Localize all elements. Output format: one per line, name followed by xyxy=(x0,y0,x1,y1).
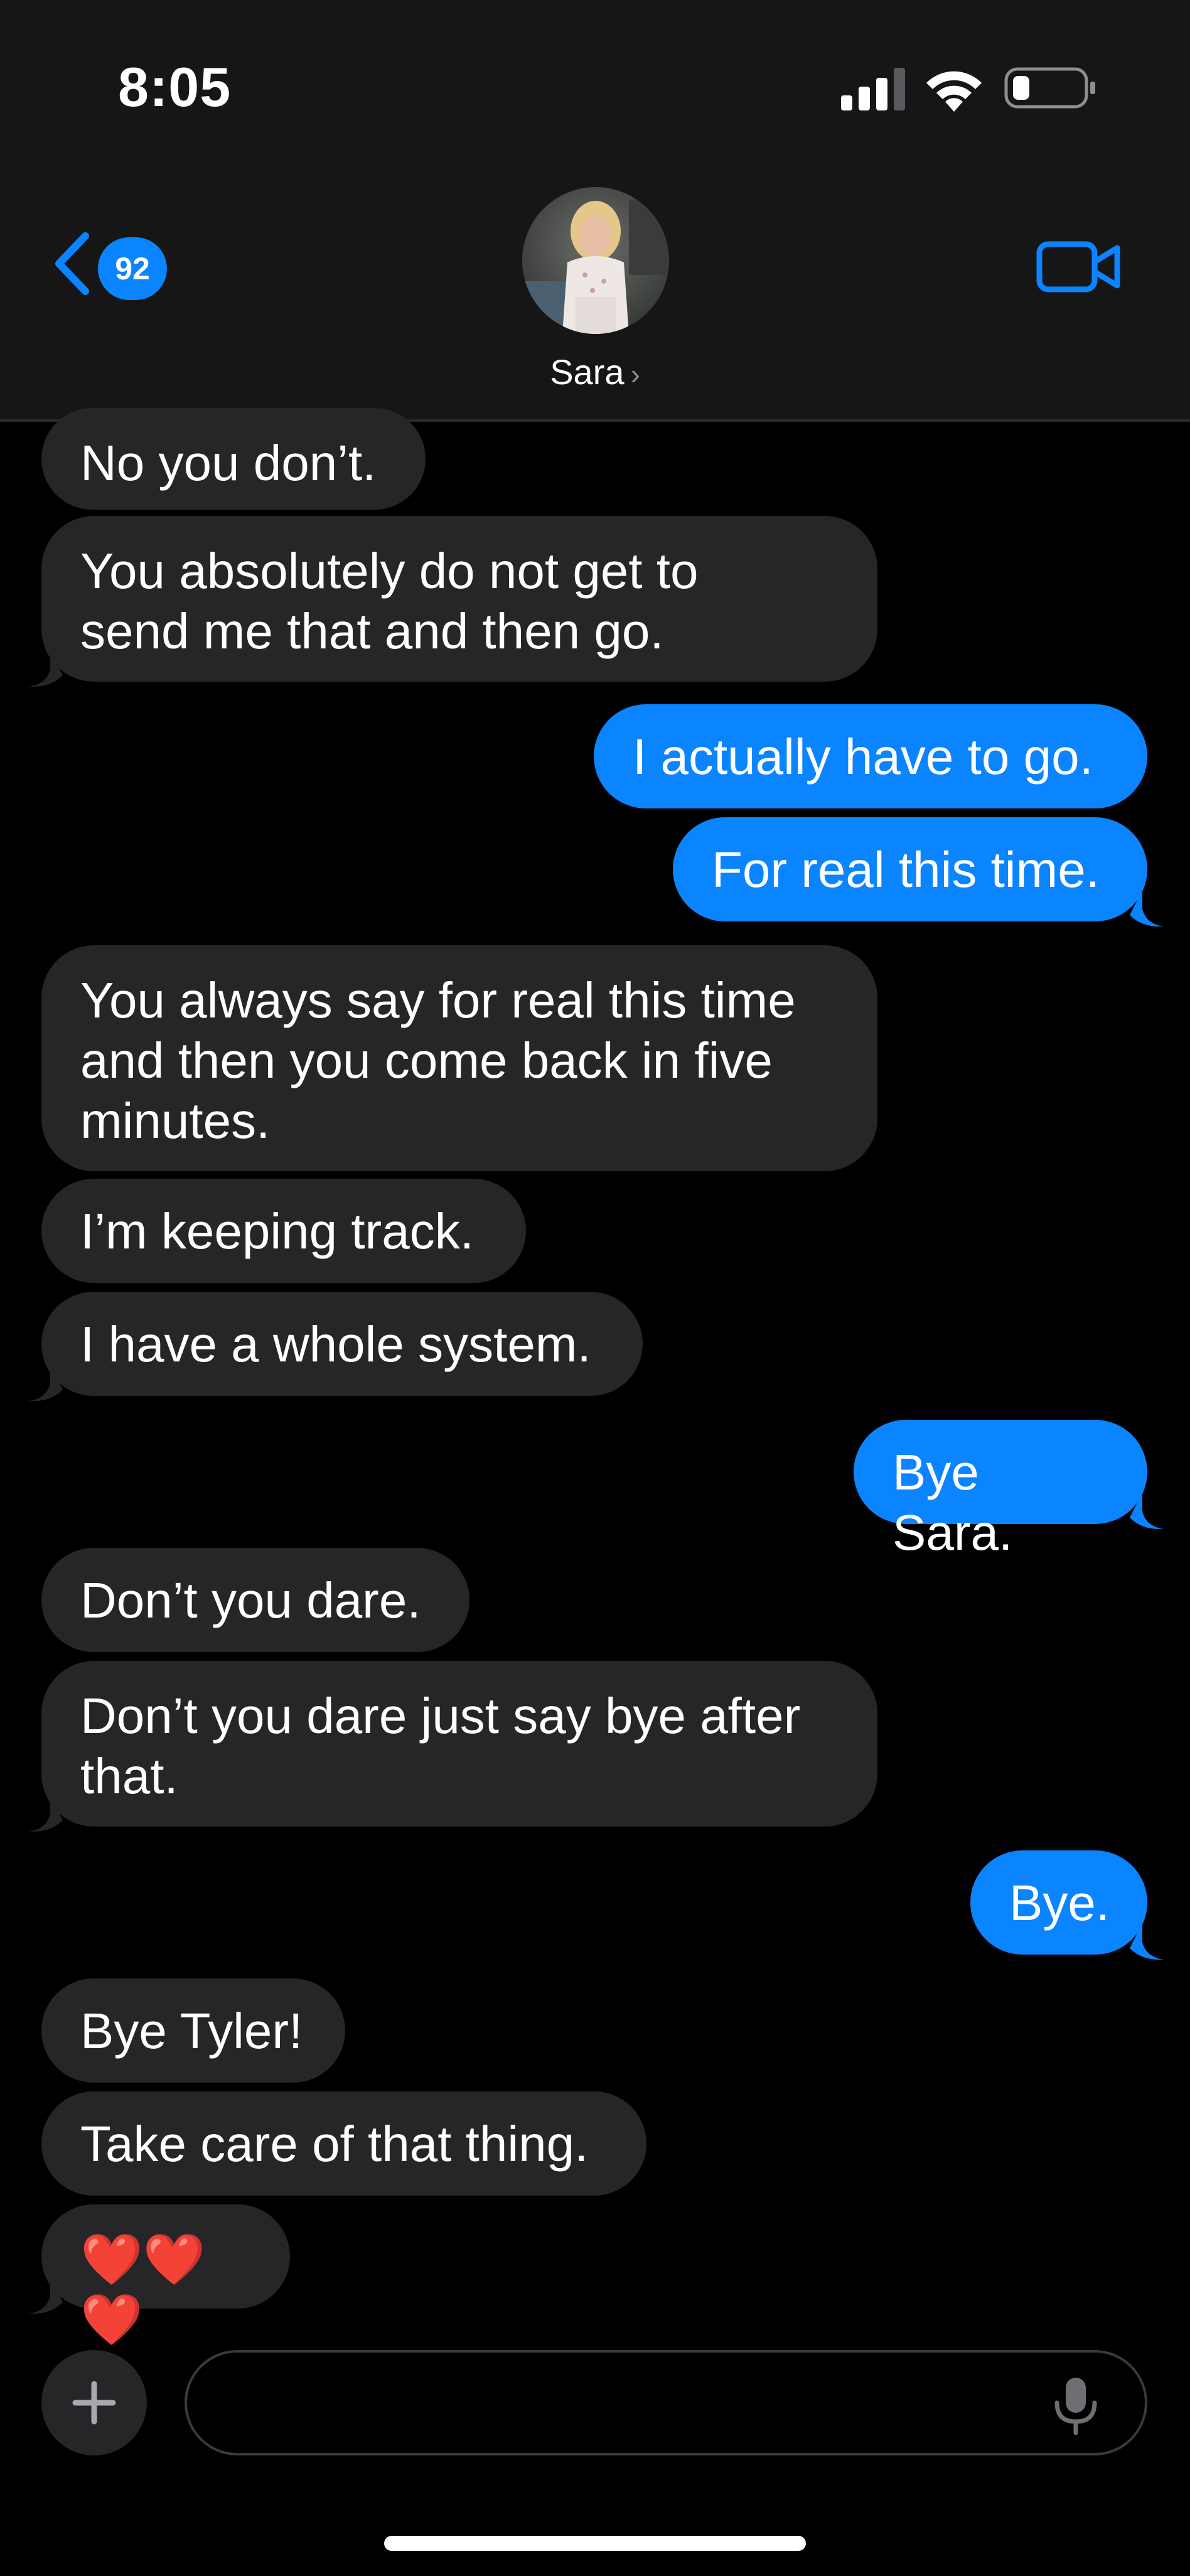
cellular-signal-icon xyxy=(841,68,905,110)
message-bubble-incoming[interactable]: Don’t you dare. xyxy=(41,1548,469,1652)
message-bubble-incoming[interactable]: You absolutely do not get to send me tha… xyxy=(41,516,877,682)
message-bubble-incoming[interactable]: ❤️❤️❤️ xyxy=(41,2204,290,2349)
chevron-right-icon: › xyxy=(630,358,640,390)
home-indicator xyxy=(384,2536,806,2551)
message-bubble-incoming[interactable]: I have a whole system. xyxy=(41,1292,643,1396)
message-bubble-incoming[interactable]: I’m keeping track. xyxy=(41,1179,526,1283)
bubble-tail xyxy=(29,1795,63,1832)
contact-name-button[interactable]: Sara › xyxy=(439,352,751,392)
video-camera-icon[interactable] xyxy=(1036,235,1123,298)
message-input[interactable] xyxy=(218,2371,1037,2435)
message-bubble-outgoing[interactable]: Bye Sara. xyxy=(854,1420,1147,1560)
bubble-tail xyxy=(1130,1493,1164,1530)
message-bubble-incoming[interactable]: Take care of that thing. xyxy=(41,2091,646,2196)
bubble-tail xyxy=(1130,1923,1164,1960)
unread-count-badge: 92 xyxy=(98,237,167,300)
bubble-tail xyxy=(29,1365,63,1402)
microphone-icon[interactable] xyxy=(1051,2375,1101,2435)
status-time: 8:05 xyxy=(118,56,232,118)
message-bubble-incoming[interactable]: You always say for real this time and th… xyxy=(41,945,877,1171)
back-chevron-icon xyxy=(55,232,89,295)
wifi-icon xyxy=(926,71,982,112)
avatar-photo xyxy=(522,187,669,334)
plus-icon xyxy=(72,2381,116,2425)
add-attachment-button[interactable] xyxy=(41,2350,147,2455)
bubble-tail xyxy=(1130,890,1164,927)
message-input-container[interactable] xyxy=(185,2350,1147,2455)
battery-icon xyxy=(1004,67,1095,109)
back-button[interactable]: 92 xyxy=(50,226,176,301)
bubble-tail xyxy=(29,2277,63,2314)
bubble-tail xyxy=(29,650,63,687)
contact-name: Sara xyxy=(550,352,624,392)
contact-avatar[interactable] xyxy=(522,187,669,334)
message-bubble-outgoing[interactable]: Bye. xyxy=(970,1850,1147,1955)
message-bubble-outgoing[interactable]: I actually have to go. xyxy=(594,704,1147,808)
message-bubble-incoming[interactable]: No you don’t. xyxy=(41,408,426,510)
message-bubble-incoming[interactable]: Bye Tyler! xyxy=(41,1978,345,2083)
message-bubble-outgoing[interactable]: For real this time. xyxy=(673,817,1147,921)
message-bubble-incoming[interactable]: Don’t you dare just say bye after that. xyxy=(41,1661,877,1827)
